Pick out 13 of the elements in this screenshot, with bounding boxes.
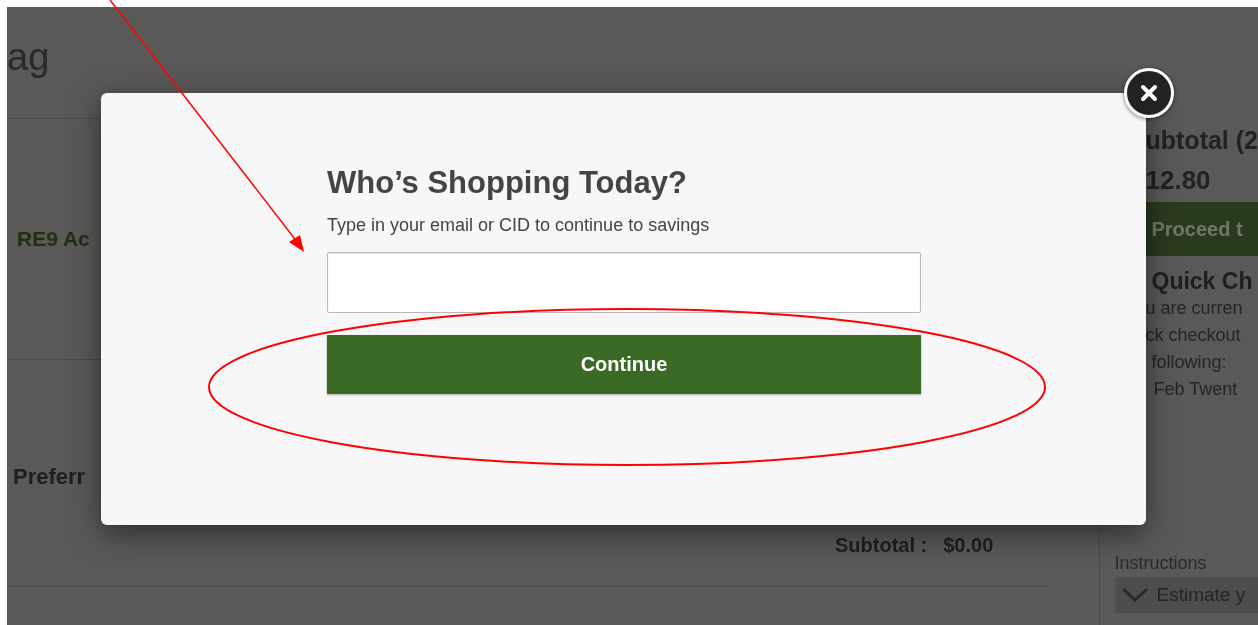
section-label: Preferr (13, 464, 87, 490)
summary-amount: 12.80 (1145, 165, 1211, 196)
summary-title: ubtotal (2 (1145, 126, 1258, 155)
close-icon (1139, 83, 1159, 103)
modal-title: Who’s Shopping Today? (327, 165, 688, 201)
continue-button[interactable]: Continue (327, 335, 921, 394)
quick-checkout-title: Quick Ch (1151, 268, 1253, 295)
chevron-down-icon (1120, 587, 1149, 603)
email-input-field[interactable] (327, 252, 921, 313)
subtotal-value: $0.00 (943, 534, 994, 557)
subtotal-label: Subtotal : (835, 534, 928, 557)
modal-subtitle: Type in your email or CID to continue to savings (327, 215, 711, 236)
product-name[interactable]: RE9 Ac (17, 227, 90, 251)
